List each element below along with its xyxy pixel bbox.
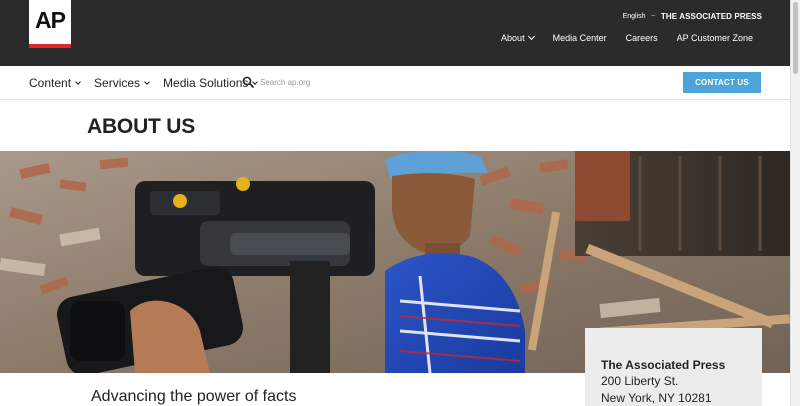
brand-link[interactable]: THE ASSOCIATED PRESS bbox=[661, 12, 762, 21]
scrollbar-thumb[interactable] bbox=[793, 2, 798, 74]
logo-text: AP bbox=[35, 7, 66, 33]
contact-us-button[interactable]: CONTACT US bbox=[683, 72, 761, 93]
top-nav-label: AP Customer Zone bbox=[676, 33, 753, 43]
top-nav-customer-zone[interactable]: AP Customer Zone bbox=[677, 33, 753, 43]
chevron-down-icon bbox=[527, 32, 535, 41]
top-nav-label: Careers bbox=[625, 33, 658, 43]
main-nav-services[interactable]: Services bbox=[94, 76, 150, 90]
page-title: ABOUT US bbox=[87, 115, 196, 138]
address-street: 200 Liberty St. bbox=[601, 374, 679, 388]
main-nav-menu: Content Services Media Solutions bbox=[29, 66, 259, 100]
utility-bar: English – THE ASSOCIATED PRESS bbox=[623, 10, 762, 22]
search-box bbox=[242, 76, 390, 88]
top-nav-label: Media Center bbox=[552, 33, 607, 43]
top-nav: About Media Center Careers AP Customer Z… bbox=[501, 32, 753, 43]
address-city: New York, NY 10281 bbox=[601, 391, 712, 405]
top-nav-about[interactable]: About bbox=[501, 32, 535, 43]
top-nav-careers[interactable]: Careers bbox=[626, 33, 658, 43]
top-nav-label: About bbox=[501, 33, 525, 43]
address-name: The Associated Press bbox=[601, 358, 726, 372]
search-input[interactable] bbox=[260, 77, 390, 87]
main-nav-label: Media Solutions bbox=[163, 76, 249, 90]
main-nav-content[interactable]: Content bbox=[29, 76, 81, 90]
top-nav-media-center[interactable]: Media Center bbox=[553, 33, 607, 43]
tagline: Advancing the power of facts bbox=[91, 388, 297, 405]
page-scrollbar[interactable] bbox=[790, 0, 800, 406]
address-card: The Associated Press 200 Liberty St. New… bbox=[585, 328, 762, 406]
ap-logo[interactable]: AP bbox=[29, 0, 71, 48]
main-nav-label: Content bbox=[29, 76, 72, 90]
language-dropdown-icon[interactable]: – bbox=[652, 13, 655, 19]
main-nav-label: Services bbox=[94, 76, 141, 90]
chevron-down-icon bbox=[75, 79, 81, 85]
language-selector[interactable]: English bbox=[623, 13, 646, 20]
logo-red-bar bbox=[29, 44, 71, 48]
search-icon[interactable] bbox=[242, 76, 254, 88]
main-nav-bar: Content Services Media Solutions CONTACT… bbox=[0, 66, 790, 100]
chevron-down-icon bbox=[144, 79, 150, 85]
top-header-bar: AP English – THE ASSOCIATED PRESS About … bbox=[0, 0, 790, 66]
